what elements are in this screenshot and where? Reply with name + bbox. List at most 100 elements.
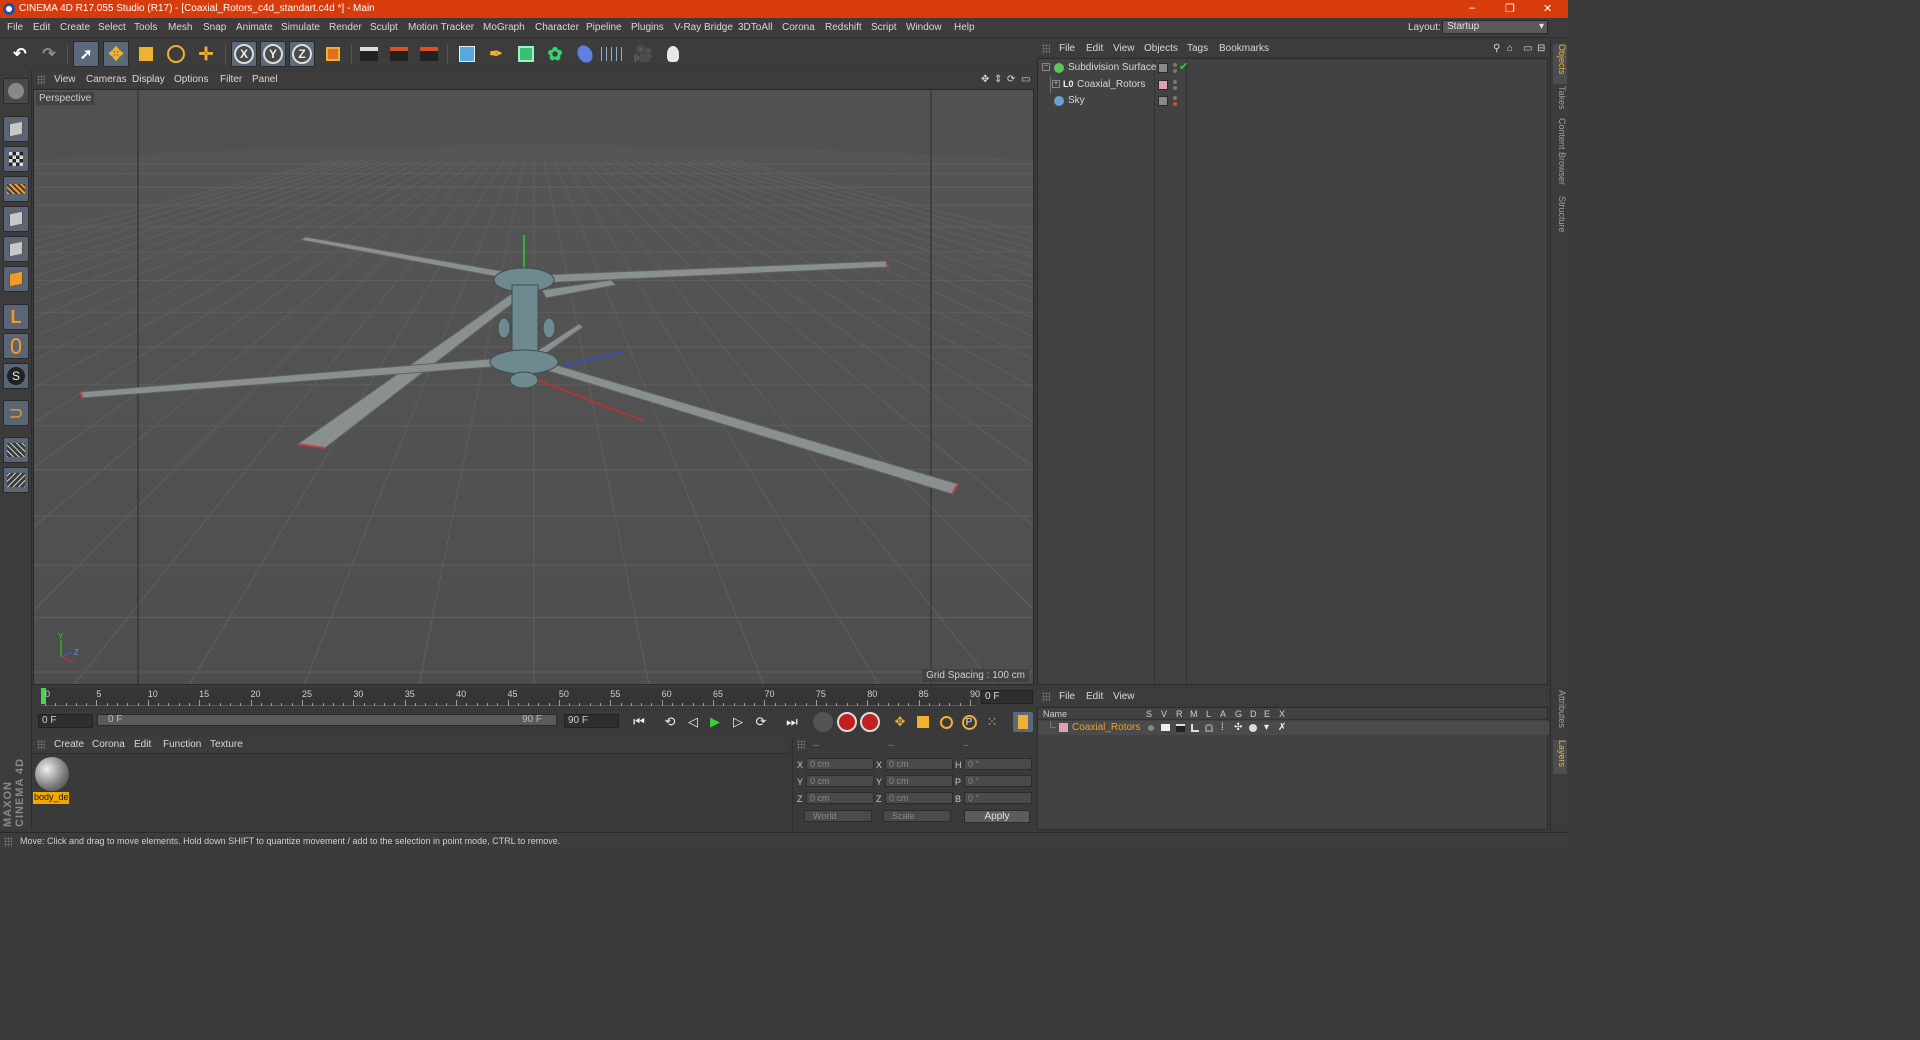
material-menu-create[interactable]: Create xyxy=(54,739,84,750)
render-settings-button[interactable] xyxy=(416,41,442,67)
next-frame-button[interactable]: ▷ xyxy=(728,712,748,732)
column-view[interactable]: V xyxy=(1161,709,1167,719)
column-xref[interactable]: X xyxy=(1279,709,1285,719)
tab-structure[interactable]: Structure xyxy=(1553,196,1567,240)
layout-select[interactable]: Startup ▾ xyxy=(1442,20,1548,34)
key-pla-button[interactable]: ⁙ xyxy=(982,712,1002,732)
deformer-icon[interactable] xyxy=(1249,724,1257,732)
animation-icon[interactable]: ⁞ xyxy=(1221,722,1224,733)
size-z-field[interactable]: 0 cm xyxy=(885,792,953,804)
column-locked[interactable]: L xyxy=(1206,709,1211,719)
expression-icon[interactable]: ▾ xyxy=(1264,722,1269,733)
rotate-tool-button[interactable] xyxy=(163,41,189,67)
eye-icon[interactable] xyxy=(1161,724,1170,731)
object-name[interactable]: Coaxial_Rotors xyxy=(1077,79,1145,90)
layers-menu-view[interactable]: View xyxy=(1113,691,1135,702)
editor-visibility-dot[interactable] xyxy=(1173,80,1177,84)
tab-objects[interactable]: Objects xyxy=(1553,44,1567,84)
column-expressions[interactable]: E xyxy=(1264,709,1270,719)
pos-x-field[interactable]: 0 cm xyxy=(806,758,874,770)
workplane-align-button[interactable] xyxy=(3,467,29,493)
layer-tag-icon[interactable] xyxy=(1158,96,1168,106)
menu-character[interactable]: Character xyxy=(535,22,579,33)
layer-row[interactable]: Coaxial_Rotors ⁞ ✣ ▾ ✗ xyxy=(1038,721,1549,735)
solo-toggle-icon[interactable] xyxy=(1148,725,1154,731)
live-selection-button[interactable]: ➚ xyxy=(73,41,99,67)
panel-grip-icon[interactable] xyxy=(797,740,805,750)
menu-snap[interactable]: Snap xyxy=(203,22,226,33)
perspective-viewport[interactable]: Y Z Perspective Grid Spacing : 100 cm xyxy=(33,89,1034,685)
menu-simulate[interactable]: Simulate xyxy=(281,22,320,33)
coordinate-mode-select[interactable]: World xyxy=(804,810,872,822)
next-key-button[interactable]: ⟳ xyxy=(751,712,771,732)
panel-grip-icon[interactable] xyxy=(1042,44,1050,54)
menu-script[interactable]: Script xyxy=(871,22,897,33)
manager-list-icon[interactable] xyxy=(1191,724,1199,732)
rot-b-field[interactable]: 0 ° xyxy=(964,792,1032,804)
add-spline-pen-button[interactable]: ✒ xyxy=(483,41,509,67)
menu-select[interactable]: Select xyxy=(98,22,126,33)
snapping-button[interactable]: ⊃ xyxy=(3,400,29,426)
size-x-field[interactable]: 0 cm xyxy=(885,758,953,770)
tab-attributes[interactable]: Attributes xyxy=(1553,690,1567,736)
menu-sculpt[interactable]: Sculpt xyxy=(370,22,398,33)
workplane-lock-button[interactable] xyxy=(3,437,29,463)
render-view-button[interactable] xyxy=(356,41,382,67)
y-axis-lock-button[interactable]: Y xyxy=(260,41,286,67)
light-button[interactable] xyxy=(660,41,686,67)
key-parameter-button[interactable]: P xyxy=(959,712,979,732)
viewport-move-icon[interactable]: ✥ xyxy=(981,74,989,85)
viewport-menu-filter[interactable]: Filter xyxy=(220,74,242,85)
camera-button[interactable]: 🎥 xyxy=(630,41,656,67)
menu-tools[interactable]: Tools xyxy=(134,22,157,33)
column-name[interactable]: Name xyxy=(1043,709,1067,719)
editor-visibility-dot[interactable] xyxy=(1173,96,1177,100)
prev-frame-button[interactable]: ◁ xyxy=(683,712,703,732)
home-icon[interactable]: ⌂ xyxy=(1507,43,1513,54)
expand-panel-icon[interactable]: ⊟ xyxy=(1537,43,1545,54)
column-solo[interactable]: S xyxy=(1146,709,1152,719)
menu-render[interactable]: Render xyxy=(329,22,362,33)
render-visibility-dot[interactable] xyxy=(1173,102,1177,106)
pos-y-field[interactable]: 0 cm xyxy=(806,775,874,787)
material-preview[interactable] xyxy=(35,757,69,791)
viewport-menu-display[interactable]: Display xyxy=(132,74,165,85)
coordinate-system-button[interactable] xyxy=(320,41,346,67)
column-deformers[interactable]: D xyxy=(1250,709,1257,719)
objects-menu-bookmarks[interactable]: Bookmarks xyxy=(1219,43,1269,54)
minimize-button[interactable]: – xyxy=(1469,2,1475,14)
panel-grip-icon[interactable] xyxy=(37,740,45,750)
axis-mode-button[interactable]: L xyxy=(3,304,29,330)
goto-start-button[interactable]: ⏮ xyxy=(629,712,649,732)
editor-visibility-dot[interactable] xyxy=(1173,63,1177,67)
material-menu-function[interactable]: Function xyxy=(163,739,201,750)
render-visibility-dot[interactable] xyxy=(1173,86,1177,90)
z-axis-lock-button[interactable]: Z xyxy=(289,41,315,67)
model-mode-button[interactable] xyxy=(3,116,29,142)
column-generators[interactable]: G xyxy=(1235,709,1242,719)
object-row[interactable]: − Subdivision Surface ✔ xyxy=(1038,60,1549,76)
objects-menu-objects[interactable]: Objects xyxy=(1144,43,1178,54)
column-manager[interactable]: M xyxy=(1190,709,1198,719)
viewport-menu-options[interactable]: Options xyxy=(174,74,208,85)
column-render[interactable]: R xyxy=(1176,709,1183,719)
panel-grip-icon[interactable] xyxy=(37,75,45,85)
maximize-button[interactable]: ❐ xyxy=(1505,2,1515,15)
menu-file[interactable]: File xyxy=(7,22,23,33)
preview-range-slider[interactable]: 0 F 90 F xyxy=(97,714,557,726)
size-mode-select[interactable]: Scale xyxy=(883,810,951,822)
object-name[interactable]: Sky xyxy=(1068,95,1085,106)
object-row[interactable]: + L0 Coaxial_Rotors xyxy=(1038,77,1549,93)
tweak-mode-button[interactable] xyxy=(3,333,29,359)
menu-mograph[interactable]: MoGraph xyxy=(483,22,525,33)
material-menu-corona[interactable]: Corona xyxy=(92,739,125,750)
render-clapboard-icon[interactable] xyxy=(1176,724,1185,732)
layers-menu-edit[interactable]: Edit xyxy=(1086,691,1103,702)
viewport-rotate-icon[interactable]: ⟳ xyxy=(1007,74,1015,85)
goto-end-button[interactable]: ⏭ xyxy=(782,712,802,732)
rot-h-field[interactable]: 0 ° xyxy=(964,758,1032,770)
undo-button[interactable]: ↶ xyxy=(7,41,33,67)
rot-p-field[interactable]: 0 ° xyxy=(964,775,1032,787)
redo-button[interactable]: ↷ xyxy=(36,41,62,67)
transform-tool-button[interactable]: ✛ xyxy=(193,41,219,67)
